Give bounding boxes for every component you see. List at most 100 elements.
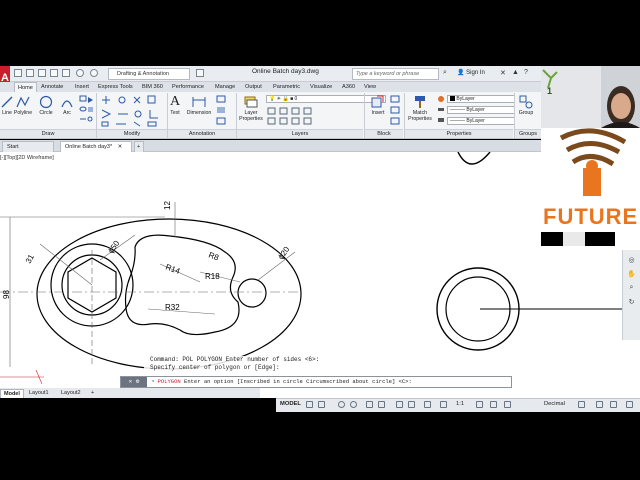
units-icon[interactable] (504, 401, 511, 408)
lineweight-icon[interactable] (396, 401, 403, 408)
tab-parametric[interactable]: Parametric (270, 82, 303, 92)
tab-drawing[interactable]: Online Batch day3* ✕ (60, 141, 132, 152)
snap-icon[interactable] (318, 401, 325, 408)
polyline-tool[interactable]: Polyline (12, 95, 34, 116)
workspace-select[interactable]: Drafting & Annotation (108, 68, 190, 80)
hardware-acceleration-icon[interactable] (610, 401, 617, 408)
autodesk-account-icon[interactable]: ▲ (512, 69, 519, 76)
selection-cycling-icon[interactable] (424, 401, 431, 408)
tab-express-tools[interactable]: Express Tools (95, 82, 136, 92)
annotation-panel-title[interactable]: Annotation (168, 129, 236, 138)
help-icon[interactable]: ? (524, 69, 528, 76)
properties-panel-title[interactable]: Properties (405, 129, 513, 138)
arc-tool[interactable]: Arc (58, 95, 76, 116)
model-space-toggle[interactable]: MODEL (280, 401, 301, 407)
tab-a360[interactable]: A360 (339, 82, 358, 92)
tab-visualize[interactable]: Visualize (307, 82, 335, 92)
draw-small-tools-icon[interactable] (79, 95, 95, 127)
qat-dropdown-icon[interactable] (196, 69, 204, 77)
command-close-icon[interactable]: ✕ ⚙ (121, 377, 147, 387)
layer-properties-label: Layer Properties (239, 110, 263, 122)
groups-panel-title[interactable]: Groups (515, 129, 541, 138)
layer-properties-tool[interactable]: Layer Properties (237, 95, 265, 122)
circle-label: Circle (39, 110, 53, 116)
dim-r8: R8 (207, 250, 220, 262)
new-file-icon[interactable] (14, 69, 22, 77)
tab-view[interactable]: View (361, 82, 379, 92)
save-icon[interactable] (38, 69, 46, 77)
search-icon[interactable]: ⌕ (443, 69, 447, 77)
workspace-icon[interactable] (476, 401, 483, 408)
tab-performance[interactable]: Performance (169, 82, 207, 92)
dimension-tool[interactable]: Dimension (184, 95, 214, 116)
insert-block-tool[interactable]: Insert (367, 95, 389, 116)
save-as-icon[interactable] (50, 69, 58, 77)
dimension-label: Dimension (186, 110, 212, 116)
sign-in-label: Sign In (466, 70, 485, 76)
zoom-icon[interactable]: ⌕ (623, 284, 640, 292)
block-tools-icon[interactable] (390, 95, 402, 127)
isolate-objects-icon[interactable] (596, 401, 603, 408)
annotation-small-tools-icon[interactable] (216, 95, 236, 127)
grid-icon[interactable] (306, 401, 313, 408)
search-input[interactable]: Type a keyword or phrase (352, 68, 439, 80)
redo-icon[interactable] (90, 69, 98, 77)
command-history-line-1: Command: POL POLYGON Enter number of sid… (150, 356, 320, 363)
paintbrush-icon (415, 96, 425, 108)
dim-31: 31 (24, 252, 36, 265)
annotation-scale[interactable]: 1:1 (456, 401, 464, 407)
tab-layout1[interactable]: Layout1 (26, 389, 52, 398)
future-logo: FUTURE (541, 128, 640, 246)
match-properties-tool[interactable]: Match Properties (406, 95, 434, 122)
sign-in-link[interactable]: 👤 Sign In (457, 69, 485, 76)
close-tab-icon[interactable]: ✕ (118, 144, 123, 150)
circle-tool[interactable]: Circle (36, 95, 56, 116)
osnap-icon[interactable] (366, 401, 373, 408)
draw-panel-title[interactable]: Draw (0, 129, 96, 138)
tab-output[interactable]: Output (242, 82, 265, 92)
tab-annotate[interactable]: Annotate (38, 82, 66, 92)
current-layer-name: 0 (294, 96, 298, 102)
tab-bim-360[interactable]: BIM 360 (139, 82, 166, 92)
linetype-dropdown[interactable]: ——— ByLayer (447, 106, 515, 114)
tab-start[interactable]: Start (2, 141, 54, 152)
command-line[interactable]: ✕ ⚙ ◔ POLYGON Enter an option [Inscribed… (120, 376, 512, 388)
units-select[interactable]: Decimal (544, 401, 565, 407)
text-tool[interactable]: A Text (168, 94, 182, 116)
new-tab-icon[interactable]: + (134, 141, 144, 152)
bottom-letterbox (0, 412, 640, 480)
otrack-icon[interactable] (378, 401, 385, 408)
undo-icon[interactable] (76, 69, 84, 77)
orbit-icon[interactable]: ↻ (623, 298, 640, 306)
steering-wheel-icon[interactable]: ◎ (623, 256, 640, 264)
open-file-icon[interactable] (26, 69, 34, 77)
outer-ellipse (36, 218, 302, 370)
transparency-icon[interactable] (408, 401, 415, 408)
command-name: POLYGON (157, 378, 181, 385)
polar-icon[interactable] (350, 401, 357, 408)
block-panel-title[interactable]: Block (365, 129, 403, 138)
annotation-monitor-icon[interactable] (490, 401, 497, 408)
ortho-icon[interactable] (338, 401, 345, 408)
pan-icon[interactable]: ✋ (623, 270, 640, 278)
add-layout-icon[interactable]: + (88, 389, 97, 398)
layers-panel-title[interactable]: Layers (237, 129, 363, 138)
tab-model[interactable]: Model (0, 389, 24, 398)
annotation-icon[interactable] (440, 401, 447, 408)
navigation-bar[interactable]: ◎ ✋ ⌕ ↻ (622, 250, 640, 340)
exchange-icon[interactable]: ✕ (500, 69, 506, 77)
customization-icon[interactable] (626, 401, 633, 408)
quick-properties-icon[interactable] (578, 401, 585, 408)
dim-98: 98 (2, 290, 11, 299)
color-dropdown[interactable]: ByLayer (447, 95, 515, 103)
group-tool[interactable]: Group (515, 95, 537, 116)
tab-manage[interactable]: Manage (212, 82, 238, 92)
modify-tools-icon[interactable] (100, 95, 166, 127)
lineweight-dropdown[interactable]: ——— ByLayer (447, 117, 515, 125)
tab-layout2[interactable]: Layout2 (58, 389, 84, 398)
modify-panel-title[interactable]: Modify (97, 129, 167, 138)
tab-home[interactable]: Home (14, 82, 37, 92)
tab-insert[interactable]: Insert (72, 82, 92, 92)
plot-icon[interactable] (62, 69, 70, 77)
user-icon: 👤 (457, 70, 467, 76)
